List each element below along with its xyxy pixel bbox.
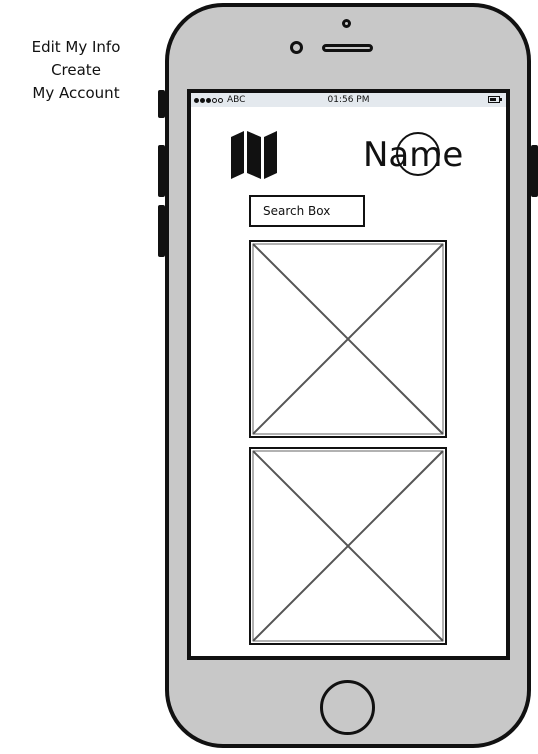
home-button[interactable] (320, 680, 375, 735)
status-time: 01:56 PM (327, 95, 370, 105)
proximity-sensor (342, 19, 351, 28)
side-menu: Edit My Info Create My Account (16, 36, 136, 105)
phone-screen: ABC 01:56 PM Name (187, 89, 510, 660)
status-bar: ABC 01:56 PM (191, 93, 506, 107)
search-input[interactable] (249, 195, 365, 227)
edit-my-info-link[interactable]: Edit My Info (16, 36, 136, 59)
mute-switch (158, 90, 165, 118)
create-account-link-line1[interactable]: Create (16, 59, 136, 82)
power-button (531, 145, 538, 197)
image-placeholder-icon (249, 240, 447, 438)
volume-up-button (158, 145, 165, 197)
volume-down-button (158, 205, 165, 257)
map-icon[interactable] (229, 129, 279, 179)
earpiece-speaker (322, 44, 373, 52)
image-placeholder-icon (249, 447, 447, 645)
create-account-link-line2[interactable]: My Account (16, 82, 136, 105)
title-circle-decoration (396, 132, 440, 176)
battery-icon (488, 96, 502, 103)
front-camera (290, 41, 303, 54)
